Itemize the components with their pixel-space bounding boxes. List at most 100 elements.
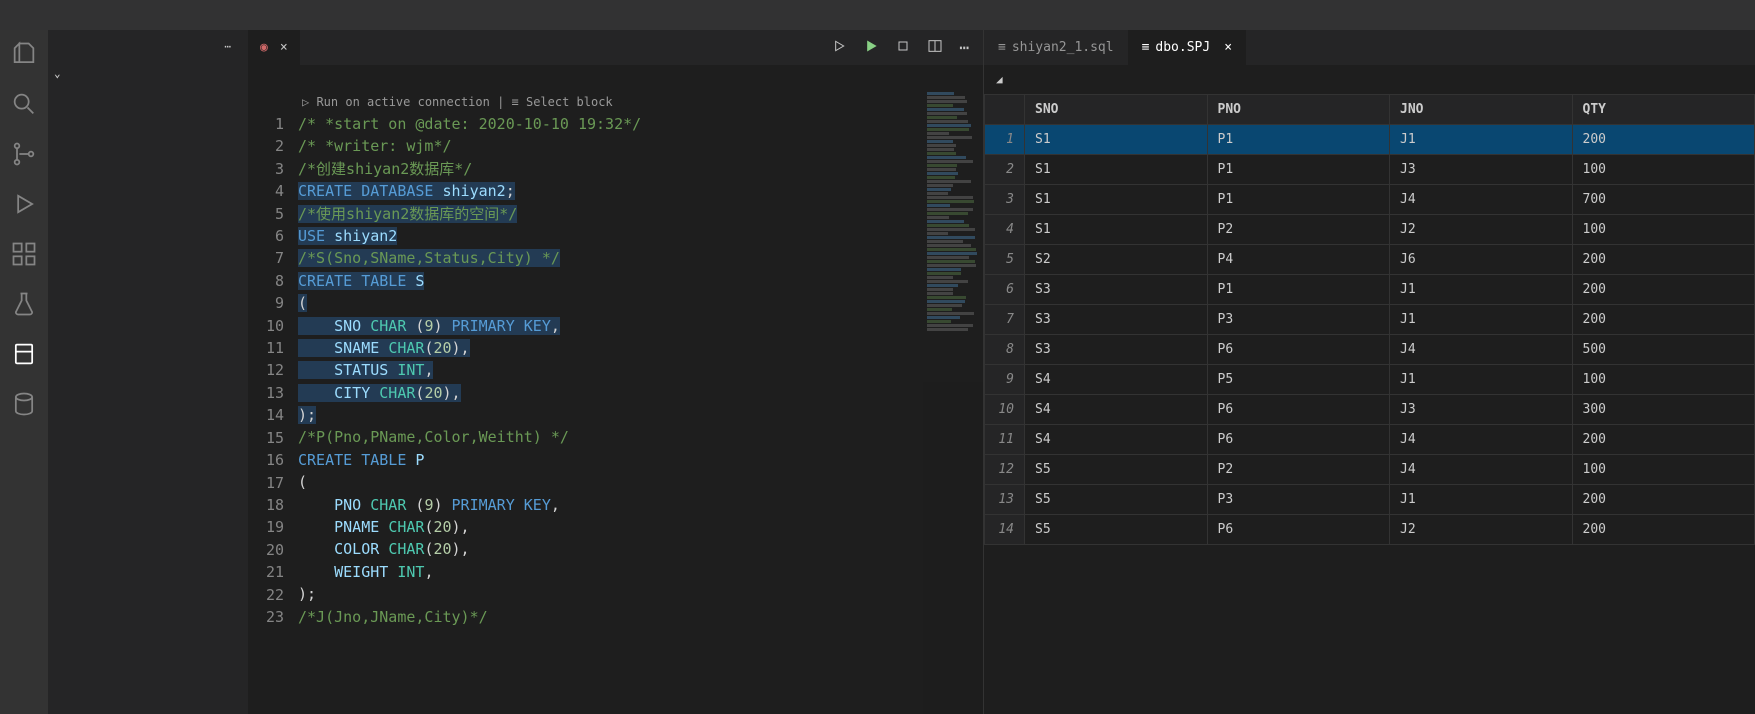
breadcrumb[interactable] <box>248 65 983 91</box>
table-row[interactable]: 13S5P3J1200 <box>985 485 1755 515</box>
sidebar-section-header[interactable]: ⌄ <box>48 63 248 84</box>
column-header[interactable]: JNO <box>1390 95 1573 125</box>
files-icon[interactable] <box>10 40 38 68</box>
cell[interactable]: S1 <box>1025 125 1208 155</box>
cell[interactable]: 200 <box>1572 305 1755 335</box>
table-row[interactable]: 10S4P6J3300 <box>985 395 1755 425</box>
code-line[interactable]: SNO CHAR (9) PRIMARY KEY, <box>298 315 983 337</box>
cell[interactable]: P2 <box>1207 215 1390 245</box>
column-header[interactable]: PNO <box>1207 95 1390 125</box>
results-tab[interactable]: ≡shiyan2_1.sql <box>984 30 1128 65</box>
cell[interactable]: 100 <box>1572 155 1755 185</box>
cell[interactable]: S3 <box>1025 275 1208 305</box>
code-editor[interactable]: 1234567891011121314151617181920212223 ▷ … <box>248 91 983 714</box>
code-line[interactable]: /*P(Pno,PName,Color,Weitht) */ <box>298 426 983 448</box>
table-row[interactable]: 5S2P4J6200 <box>985 245 1755 275</box>
code-line[interactable]: COLOR CHAR(20), <box>298 538 983 560</box>
column-header[interactable]: QTY <box>1572 95 1755 125</box>
cell[interactable]: 100 <box>1572 455 1755 485</box>
cell[interactable]: P6 <box>1207 425 1390 455</box>
cell[interactable]: S3 <box>1025 335 1208 365</box>
code-line[interactable]: ); <box>298 404 983 426</box>
cell[interactable]: J1 <box>1390 125 1573 155</box>
cell[interactable]: J4 <box>1390 335 1573 365</box>
codelens[interactable]: ▷ Run on active connection | ≡ Select bl… <box>298 91 983 113</box>
cell[interactable]: S3 <box>1025 305 1208 335</box>
extensions-icon[interactable] <box>10 240 38 268</box>
cell[interactable]: 700 <box>1572 185 1755 215</box>
results-table[interactable]: SNOPNOJNOQTY1S1P1J12002S1P1J31003S1P1J47… <box>984 94 1755 714</box>
code-line[interactable]: /*创建shiyan2数据库*/ <box>298 158 983 180</box>
code-line[interactable]: USE shiyan2 <box>298 225 983 247</box>
cell[interactable]: P4 <box>1207 245 1390 275</box>
table-row[interactable]: 3S1P1J4700 <box>985 185 1755 215</box>
run-outline-icon[interactable] <box>831 38 847 54</box>
code-line[interactable]: CREATE TABLE S <box>298 270 983 292</box>
cell[interactable]: J3 <box>1390 395 1573 425</box>
code-line[interactable]: /* *start on @date: 2020-10-10 19:32*/ <box>298 113 983 135</box>
cell[interactable]: S1 <box>1025 155 1208 185</box>
cell[interactable]: 100 <box>1572 215 1755 245</box>
code-line[interactable]: SNAME CHAR(20), <box>298 337 983 359</box>
cell[interactable]: P6 <box>1207 515 1390 545</box>
cell[interactable]: J4 <box>1390 455 1573 485</box>
cell[interactable]: 200 <box>1572 515 1755 545</box>
cell[interactable]: S5 <box>1025 455 1208 485</box>
cell[interactable]: J6 <box>1390 245 1573 275</box>
cell[interactable]: 200 <box>1572 275 1755 305</box>
cell[interactable]: J2 <box>1390 515 1573 545</box>
run-icon[interactable] <box>863 38 879 54</box>
cell[interactable]: J4 <box>1390 185 1573 215</box>
table-row[interactable]: 8S3P6J4500 <box>985 335 1755 365</box>
more-icon[interactable]: ⋯ <box>224 40 232 53</box>
code-line[interactable]: /*J(Jno,JName,City)*/ <box>298 606 983 628</box>
cell[interactable]: 100 <box>1572 365 1755 395</box>
code-line[interactable]: STATUS INT, <box>298 359 983 381</box>
cell[interactable]: P6 <box>1207 395 1390 425</box>
flask-icon[interactable] <box>10 290 38 318</box>
cell[interactable]: S4 <box>1025 365 1208 395</box>
code-line[interactable]: WEIGHT INT, <box>298 561 983 583</box>
more-icon[interactable]: ⋯ <box>959 38 969 57</box>
column-header[interactable]: SNO <box>1025 95 1208 125</box>
code-line[interactable]: CREATE TABLE P <box>298 449 983 471</box>
table-row[interactable]: 12S5P2J4100 <box>985 455 1755 485</box>
cell[interactable]: S5 <box>1025 515 1208 545</box>
cell[interactable]: P5 <box>1207 365 1390 395</box>
table-row[interactable]: 11S4P6J4200 <box>985 425 1755 455</box>
close-icon[interactable]: × <box>1224 40 1232 55</box>
code-line[interactable]: /* *writer: wjm*/ <box>298 135 983 157</box>
code-line[interactable]: CREATE DATABASE shiyan2; <box>298 180 983 202</box>
table-row[interactable]: 14S5P6J2200 <box>985 515 1755 545</box>
table-row[interactable]: 2S1P1J3100 <box>985 155 1755 185</box>
cell[interactable]: 200 <box>1572 485 1755 515</box>
code-line[interactable]: ); <box>298 583 983 605</box>
cell[interactable]: S1 <box>1025 185 1208 215</box>
editor-tab[interactable]: ◉ × <box>248 30 300 65</box>
table-row[interactable]: 7S3P3J1200 <box>985 305 1755 335</box>
cell[interactable]: P1 <box>1207 185 1390 215</box>
code-line[interactable]: ( <box>298 292 983 314</box>
code-line[interactable]: /*使用shiyan2数据库的空间*/ <box>298 203 983 225</box>
results-header[interactable]: ◢ <box>984 65 1755 94</box>
cell[interactable]: S4 <box>1025 395 1208 425</box>
cell[interactable]: J1 <box>1390 485 1573 515</box>
stop-icon[interactable] <box>895 38 911 54</box>
sqlserver-icon[interactable] <box>10 340 38 368</box>
search-icon[interactable] <box>10 90 38 118</box>
cell[interactable]: P6 <box>1207 335 1390 365</box>
cell[interactable]: 500 <box>1572 335 1755 365</box>
code-line[interactable]: ( <box>298 471 983 493</box>
cell[interactable]: 200 <box>1572 125 1755 155</box>
cell[interactable]: S2 <box>1025 245 1208 275</box>
code-line[interactable]: CITY CHAR(20), <box>298 382 983 404</box>
cell[interactable]: P1 <box>1207 125 1390 155</box>
cell[interactable]: P3 <box>1207 305 1390 335</box>
cell[interactable]: S4 <box>1025 425 1208 455</box>
cell[interactable]: 300 <box>1572 395 1755 425</box>
code-line[interactable]: PNO CHAR (9) PRIMARY KEY, <box>298 494 983 516</box>
cell[interactable]: P1 <box>1207 155 1390 185</box>
results-tab[interactable]: ≡dbo.SPJ× <box>1128 30 1246 65</box>
cell[interactable]: 200 <box>1572 245 1755 275</box>
cell[interactable]: S1 <box>1025 215 1208 245</box>
